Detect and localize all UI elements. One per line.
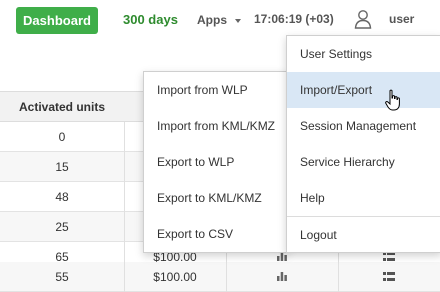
dashboard-button[interactable]: Dashboard <box>16 7 98 34</box>
import-export-submenu: Import from WLP Import from KML/KMZ Expo… <box>143 71 289 253</box>
clock: 17:06:19 (+03) <box>254 12 334 26</box>
top-bar: Dashboard 300 days Apps 17:06:19 (+03) u… <box>0 0 440 40</box>
menu-item-import-export[interactable]: Import/Export <box>287 72 440 108</box>
column-header-activated-units[interactable]: Activated units <box>0 92 124 121</box>
menu-item-help[interactable]: Help <box>287 180 440 216</box>
activated-units-cell: 0 <box>58 129 66 144</box>
column-divider <box>124 122 125 292</box>
user-dropdown-menu: User Settings Import/Export Session Mana… <box>286 35 440 253</box>
activated-units-cell: 25 <box>55 219 69 234</box>
menu-item-export-kml[interactable]: Export to KML/KMZ <box>144 180 288 216</box>
apps-label: Apps <box>197 13 227 27</box>
list-icon[interactable] <box>338 262 440 291</box>
menu-item-export-csv[interactable]: Export to CSV <box>144 216 288 252</box>
menu-item-import-wlp[interactable]: Import from WLP <box>144 72 288 108</box>
menu-item-export-wlp[interactable]: Export to WLP <box>144 144 288 180</box>
apps-dropdown[interactable]: Apps <box>197 13 241 27</box>
activated-units-cell: 48 <box>55 189 69 204</box>
table-row[interactable]: 55 $100.00 <box>0 262 440 292</box>
days-remaining-link[interactable]: 300 days <box>123 12 178 27</box>
menu-item-service-hierarchy[interactable]: Service Hierarchy <box>287 144 440 180</box>
menu-item-logout[interactable]: Logout <box>287 217 440 253</box>
activated-units-cell: 15 <box>55 159 69 174</box>
chart-icon[interactable] <box>226 262 338 291</box>
menu-item-session-management[interactable]: Session Management <box>287 108 440 144</box>
user-icon[interactable] <box>354 9 372 29</box>
hand-cursor-icon <box>385 89 400 111</box>
menu-item-import-kml[interactable]: Import from KML/KMZ <box>144 108 288 144</box>
username-label[interactable]: user <box>389 12 414 26</box>
menu-item-user-settings[interactable]: User Settings <box>287 36 440 72</box>
chevron-down-icon <box>235 19 241 23</box>
price-cell: $100.00 <box>153 269 197 284</box>
activated-units-cell: 55 <box>55 269 69 284</box>
